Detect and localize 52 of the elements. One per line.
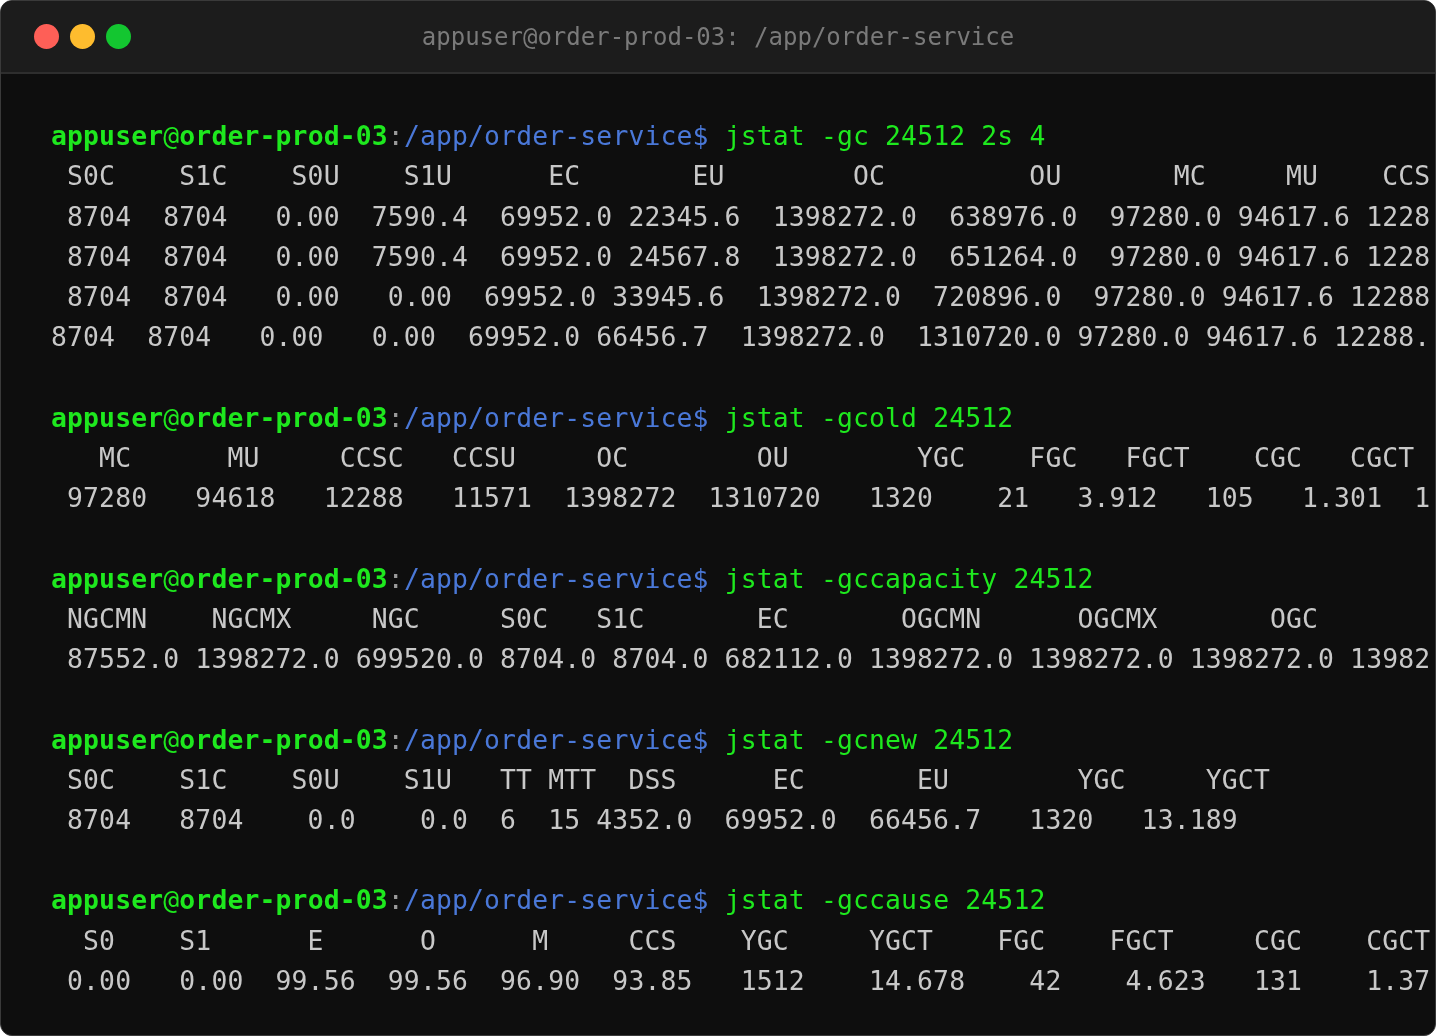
prompt-host: order-prod-03 <box>179 120 388 151</box>
output-line: S0C S1C S0U S1U TT MTT DSS EC EU YGC YGCT <box>66 762 1271 797</box>
output-line: 8704 8704 0.00 7590.4 69952.0 22345.6 1398272.0 638976.0 97280.0 94617.6 1228 <box>66 199 1432 234</box>
prompt-at: @ <box>163 723 180 755</box>
output-line: 97280 94618 12288 11571 1398272 1310720 1320 21 3.912 105 1.301 1 <box>66 481 1432 516</box>
prompt-at: @ <box>163 120 180 151</box>
command-text: jstat -gcnew 24512 <box>724 723 1014 755</box>
output-line: NGCMN NGCMX NGC S0C S1C EC OGCMN OGCMX OGC <box>66 601 1320 636</box>
prompt-path: /app/order-service <box>403 120 693 151</box>
command-text: jstat -gccapacity 24512 <box>724 562 1094 594</box>
prompt-host: order-prod-03 <box>179 884 388 916</box>
output-line: 8704 8704 0.00 7590.4 69952.0 24567.8 1398272.0 651264.0 97280.0 94617.6 1228 <box>66 239 1432 274</box>
prompt-host: order-prod-03 <box>179 723 388 755</box>
prompt-separator: : <box>387 723 404 755</box>
prompt-path: /app/order-service <box>403 562 693 594</box>
prompt-user: appuser <box>51 884 164 916</box>
prompt-separator: : <box>387 401 404 433</box>
zoom-button[interactable] <box>106 24 131 49</box>
output-line: 8704 8704 0.0 0.0 6 15 4352.0 69952.0 66456.7 1320 13.189 <box>66 803 1239 838</box>
command-text: jstat -gcold 24512 <box>724 401 1014 433</box>
prompt-at: @ <box>163 884 180 916</box>
prompt-path: /app/order-service <box>403 723 693 755</box>
prompt-user: appuser <box>51 401 164 433</box>
prompt-path: /app/order-service <box>403 401 693 433</box>
output-line: 8704 8704 0.00 0.00 69952.0 33945.6 1398272.0 720896.0 97280.0 94617.6 12288 <box>66 280 1432 315</box>
prompt-host: order-prod-03 <box>179 401 388 433</box>
prompt-separator: : <box>387 120 404 151</box>
prompt-user: appuser <box>51 562 164 594</box>
prompt-separator: : <box>387 562 404 594</box>
output-line: 0.00 0.00 99.56 99.56 96.90 93.85 1512 14.678 42 4.623 131 1.37 <box>66 964 1432 999</box>
prompt-user: appuser <box>51 723 164 755</box>
close-button[interactable] <box>34 24 59 49</box>
prompt-separator: : <box>387 884 404 916</box>
prompt-symbol: $ <box>692 120 709 151</box>
output-line: S0 S1 E O M CCS YGC YGCT FGC FGCT CGC CGCT <box>82 923 1432 958</box>
command-text: jstat -gc 24512 2s 4 <box>724 120 1046 151</box>
prompt-host: order-prod-03 <box>179 562 388 594</box>
window-title: appuser@order-prod-03: /app/order-service <box>421 22 1015 51</box>
prompt-symbol: $ <box>692 884 709 916</box>
prompt-at: @ <box>163 562 180 594</box>
prompt-user: appuser <box>51 120 164 151</box>
prompt-path: /app/order-service <box>403 884 693 916</box>
output-line: 87552.0 1398272.0 699520.0 8704.0 8704.0 682112.0 1398272.0 1398272.0 1398272.0 13982 <box>66 642 1432 677</box>
minimize-button[interactable] <box>70 24 95 49</box>
output-line: S0C S1C S0U S1U EC EU OC OU MC MU CCS <box>66 159 1432 194</box>
command-text: jstat -gccause 24512 <box>724 884 1046 916</box>
output-line: MC MU CCSC CCSU OC OU YGC FGC FGCT CGC CGCT <box>98 441 1416 476</box>
prompt-symbol: $ <box>692 723 709 755</box>
output-line: 8704 8704 0.00 0.00 69952.0 66456.7 1398272.0 1310720.0 97280.0 94617.6 12288. <box>51 320 1432 355</box>
prompt-symbol: $ <box>692 401 709 433</box>
prompt-at: @ <box>163 401 180 433</box>
prompt-symbol: $ <box>692 562 709 594</box>
